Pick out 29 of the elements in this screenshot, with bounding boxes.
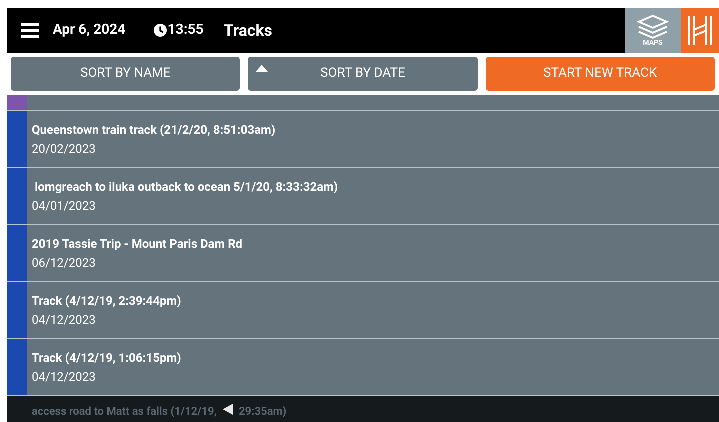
sort-button[interactable]: SORT BY DATE (248, 57, 478, 91)
time-text: 13:55 (168, 21, 204, 40)
track-title: 29:35am) (239, 404, 287, 420)
track-row[interactable] (7, 95, 719, 111)
track-date: 06/12/2023 (32, 254, 97, 272)
track-title: Track (4/12/19, 2:39:44pm) (32, 292, 182, 310)
track-title: lomgreach to iluka outback to ocean 5/1/20, 8:33:32am) (34, 178, 338, 196)
logo-icon[interactable] (681, 8, 719, 53)
sort-button[interactable]: SORT BY NAME (11, 57, 240, 91)
track-title: access road to Matt as falls (1/12/19, (32, 404, 217, 420)
track-date: 04/12/2023 (32, 368, 97, 386)
track-row[interactable]: 2019 Tassie Trip - Mount Paris Dam Rd 06/12/2023 (7, 225, 719, 282)
layers-icon (637, 14, 669, 40)
start-track-button[interactable]: START NEW TRACK (486, 57, 715, 91)
track-title: Track (4/12/19, 1:06:15pm) (32, 350, 182, 366)
track-date: 04/12/2023 (32, 312, 97, 328)
page-title: Tracks (224, 20, 272, 42)
track-title: Queenstown train track (21/2/20, 8:51:03am) (32, 122, 276, 138)
menu-icon[interactable] (21, 23, 39, 38)
clock-icon (154, 24, 167, 37)
back-icon[interactable] (223, 404, 233, 415)
track-row[interactable]: Queenstown train track (21/2/20, 8:51:03am) 20/02/2023 (7, 111, 719, 168)
track-row[interactable]: Track (4/12/19, 2:39:44pm) 04/12/2023 (7, 282, 719, 339)
track-row[interactable]: lomgreach to iluka outback to ocean 5/1/20, 8:33:32am) 04/01/2023 (7, 168, 719, 225)
sort-up-icon (256, 65, 268, 72)
track-date: 20/02/2023 (32, 140, 97, 158)
track-date: 04/01/2023 (32, 198, 97, 214)
track-title: 2019 Tassie Trip - Mount Paris Dam Rd (32, 236, 243, 252)
date-text: Apr 6, 2024 (53, 21, 126, 40)
